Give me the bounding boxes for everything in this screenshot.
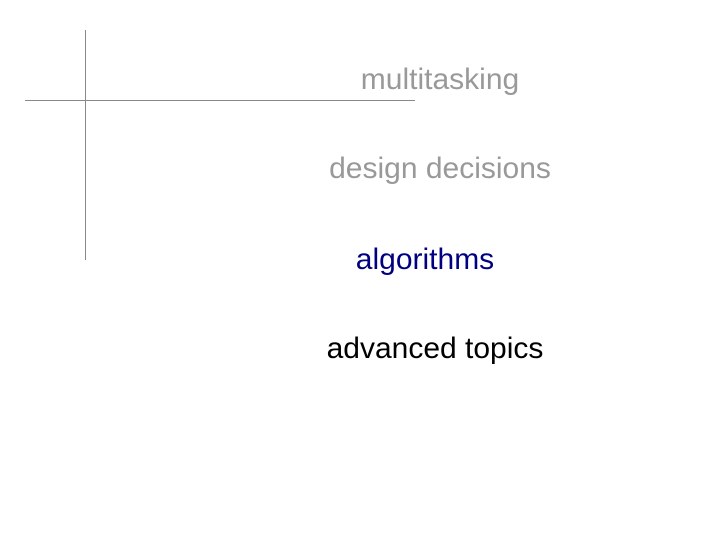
heading-multitasking: multitasking — [0, 63, 720, 97]
heading-algorithms: algorithms — [0, 243, 720, 277]
heading-design-decisions: design decisions — [0, 152, 720, 186]
heading-text: design decisions — [169, 152, 551, 186]
heading-text: advanced topics — [177, 332, 544, 366]
heading-text: algorithms — [226, 243, 494, 277]
heading-text: multitasking — [201, 63, 519, 97]
horizontal-rule — [25, 100, 415, 101]
heading-advanced-topics: advanced topics — [0, 332, 720, 366]
